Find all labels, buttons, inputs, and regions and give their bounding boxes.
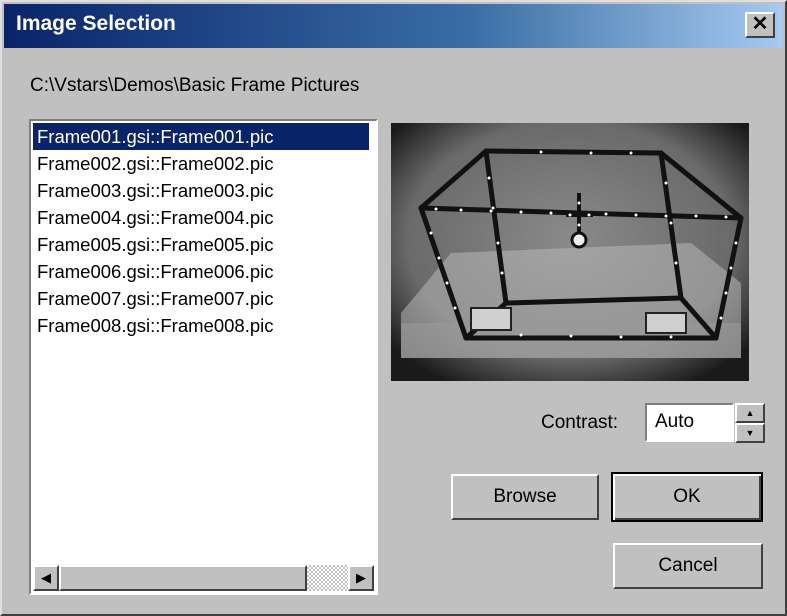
list-item[interactable]: Frame001.gsi::Frame001.pic [33, 123, 369, 150]
close-button[interactable]: ✕ [745, 12, 775, 38]
list-item[interactable]: Frame007.gsi::Frame007.pic [33, 285, 369, 312]
list-item[interactable]: Frame004.gsi::Frame004.pic [33, 204, 369, 231]
scroll-right-button[interactable]: ▶ [348, 565, 374, 591]
contrast-spin-up-button[interactable]: ▲ [735, 403, 765, 423]
list-item[interactable]: Frame002.gsi::Frame002.pic [33, 150, 369, 177]
scroll-thumb[interactable] [59, 565, 307, 591]
window-title: Image Selection [16, 12, 176, 35]
list-item[interactable]: Frame003.gsi::Frame003.pic [33, 177, 369, 204]
browse-button[interactable]: Browse [451, 474, 599, 520]
title-bar[interactable]: Image Selection ✕ [4, 4, 783, 48]
list-item[interactable]: Frame006.gsi::Frame006.pic [33, 258, 369, 285]
frame-photo-image [391, 123, 749, 381]
contrast-input[interactable]: Auto [645, 403, 734, 442]
image-preview [391, 123, 749, 381]
horizontal-scrollbar[interactable]: ◀ ▶ [33, 565, 374, 591]
scroll-left-button[interactable]: ◀ [33, 565, 59, 591]
ok-button[interactable]: OK [611, 472, 763, 522]
folder-path-label: C:\Vstars\Demos\Basic Frame Pictures [30, 75, 360, 96]
contrast-label: Contrast: [541, 412, 619, 433]
scroll-track[interactable] [307, 565, 348, 591]
contrast-spin-down-button[interactable]: ▼ [735, 423, 765, 443]
image-file-list[interactable]: Frame001.gsi::Frame001.pic Frame002.gsi::… [29, 119, 378, 595]
cancel-button[interactable]: Cancel [613, 543, 763, 589]
list-item[interactable]: Frame008.gsi::Frame008.pic [33, 312, 369, 339]
file-list-items: Frame001.gsi::Frame001.pic Frame002.gsi::… [33, 123, 374, 563]
image-selection-dialog: Image Selection ✕ C:\Vstars\Demos\Basic … [0, 0, 787, 616]
list-item[interactable]: Frame005.gsi::Frame005.pic [33, 231, 369, 258]
